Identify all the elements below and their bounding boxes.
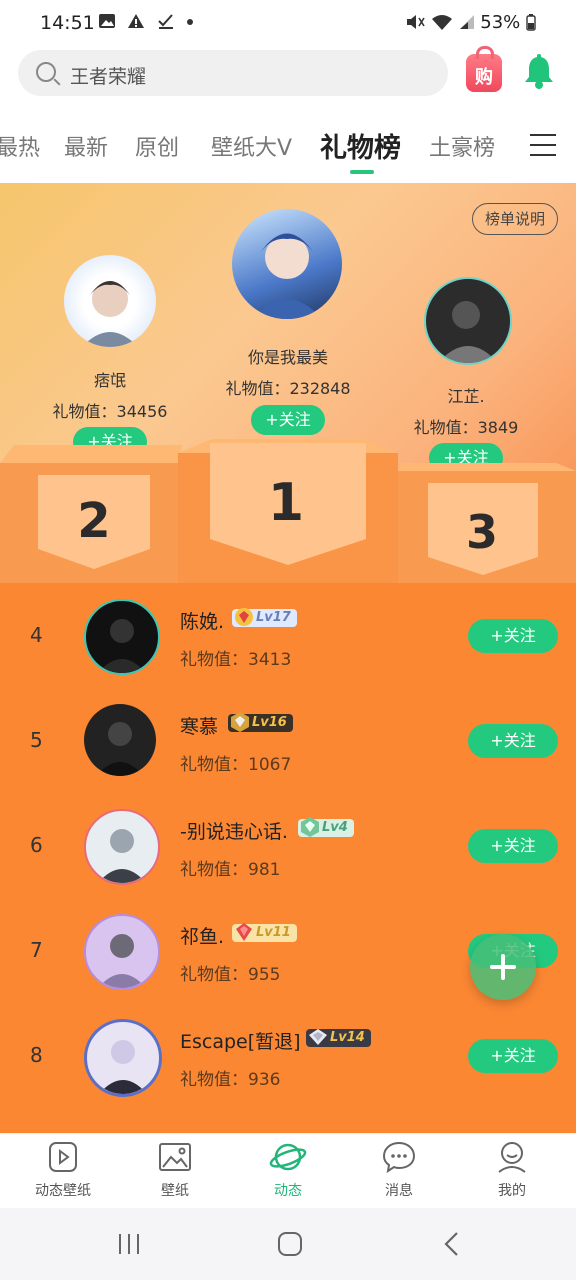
nav-wallpaper[interactable]: 壁纸 xyxy=(125,1140,225,1200)
bell-icon[interactable] xyxy=(522,54,556,90)
tab-rich-ranking[interactable]: 土豪榜 xyxy=(429,130,495,162)
check-icon xyxy=(158,14,173,29)
battery-icon xyxy=(526,14,536,31)
ranking-list: 4 陈娩. Lv17 礼物值：3413 +关注 5 寒慕 Lv16 礼物值：10… xyxy=(0,583,576,1135)
gem-icon xyxy=(236,923,252,941)
tab-new[interactable]: 最新 xyxy=(64,130,108,162)
tab-original[interactable]: 原创 xyxy=(135,130,179,162)
level-badge: Lv4 xyxy=(298,817,354,837)
list-gift-value: 礼物值：981 xyxy=(180,860,281,880)
tab-hot[interactable]: 最热 xyxy=(0,130,40,162)
list-username: 陈娩. xyxy=(180,611,225,633)
level-badge: Lv11 xyxy=(232,923,297,942)
list-item[interactable]: 5 寒慕 Lv16 礼物值：1067 +关注 xyxy=(0,688,576,793)
list-avatar[interactable] xyxy=(84,809,160,885)
signal-icon xyxy=(459,15,474,29)
third-name: 江芷. xyxy=(447,387,485,406)
play-icon xyxy=(49,1142,77,1172)
nav-feed[interactable]: 动态 xyxy=(238,1140,338,1200)
avatar-first[interactable] xyxy=(232,209,342,319)
status-bar: 14:51 53% xyxy=(0,0,576,46)
tab-indicator xyxy=(350,170,374,174)
search-placeholder: 王者荣耀 xyxy=(70,66,147,88)
back-icon[interactable] xyxy=(440,1230,464,1258)
list-gift-value: 礼物值：1067 xyxy=(180,755,292,775)
second-gift-value: 礼物值：34456 xyxy=(52,402,168,421)
warning-icon xyxy=(128,14,145,28)
gem-icon xyxy=(301,817,319,837)
list-gift-value: 礼物值：955 xyxy=(180,965,281,985)
level-badge: Lv17 xyxy=(232,608,297,627)
podium-rank-2: 2 xyxy=(77,493,111,549)
list-avatar[interactable] xyxy=(84,1019,162,1097)
category-tabs: 最热 最新 原创 壁纸大V 礼物榜 土豪榜 xyxy=(0,120,576,180)
first-gift-value: 礼物值：232848 xyxy=(225,379,351,398)
planet-icon xyxy=(269,1143,307,1171)
level-badge: Lv16 xyxy=(228,712,293,732)
status-time: 14:51 xyxy=(40,12,95,34)
list-item[interactable]: 6 -别说违心话. Lv4 礼物值：981 +关注 xyxy=(0,793,576,898)
status-right: 53% xyxy=(405,12,536,33)
list-avatar[interactable] xyxy=(84,914,160,990)
list-gift-value: 礼物值：3413 xyxy=(180,650,292,670)
list-username: 祁鱼. xyxy=(180,926,225,948)
list-follow-button[interactable]: +关注 xyxy=(468,829,558,863)
third-gift-value: 礼物值：3849 xyxy=(413,418,519,437)
home-icon[interactable] xyxy=(276,1230,304,1258)
podium-section: 榜单说明 你是我最美 礼物值：232848 +关注 痞氓 礼物值：34456 +… xyxy=(0,183,576,583)
chat-icon xyxy=(382,1141,416,1174)
list-rank: 6 xyxy=(30,833,43,857)
list-username: Escape[暂退] xyxy=(180,1031,301,1053)
battery-percent: 53% xyxy=(480,12,521,33)
shop-bag-label: 购 xyxy=(475,67,493,88)
list-rank: 5 xyxy=(30,728,43,752)
list-rank: 7 xyxy=(30,938,43,962)
level-badge: Lv14 xyxy=(306,1029,371,1047)
profile-icon xyxy=(498,1142,526,1173)
list-follow-button[interactable]: +关注 xyxy=(468,619,558,653)
list-follow-button[interactable]: +关注 xyxy=(468,1039,558,1073)
list-avatar[interactable] xyxy=(84,704,156,776)
search-bar[interactable]: 王者荣耀 xyxy=(18,50,448,96)
menu-icon[interactable] xyxy=(530,134,556,156)
status-icons xyxy=(98,12,194,32)
add-post-button[interactable] xyxy=(470,934,536,1000)
list-gift-value: 礼物值：936 xyxy=(180,1070,281,1090)
list-username: -别说违心话. xyxy=(180,821,288,843)
gem-icon xyxy=(235,608,253,626)
ranking-rules-button[interactable]: 榜单说明 xyxy=(472,203,558,235)
gem-icon xyxy=(231,712,249,732)
list-rank: 4 xyxy=(30,623,43,647)
mute-icon xyxy=(407,15,425,29)
search-icon xyxy=(36,62,56,82)
image-icon xyxy=(99,14,115,28)
podium-rank-1: 1 xyxy=(267,473,305,533)
second-name: 痞氓 xyxy=(93,371,126,390)
list-rank: 8 xyxy=(30,1043,43,1067)
tab-wallpaper-v[interactable]: 壁纸大V xyxy=(211,130,292,162)
dot-icon xyxy=(187,19,194,25)
nav-profile[interactable]: 我的 xyxy=(462,1140,562,1200)
bottom-nav: 动态壁纸 壁纸 动态 消息 我的 xyxy=(0,1133,576,1209)
list-item[interactable]: 8 Escape[暂退] Lv14 礼物值：936 +关注 xyxy=(0,1003,576,1108)
list-avatar[interactable] xyxy=(84,599,160,675)
first-follow-button[interactable]: +关注 xyxy=(251,405,325,435)
system-nav-bar xyxy=(0,1208,576,1280)
nav-messages[interactable]: 消息 xyxy=(349,1140,449,1200)
list-follow-button[interactable]: +关注 xyxy=(468,724,558,758)
avatar-third[interactable] xyxy=(424,277,512,365)
wifi-icon xyxy=(431,15,452,30)
image-icon xyxy=(159,1143,191,1171)
avatar-second[interactable] xyxy=(64,255,156,347)
podium-rank-3: 3 xyxy=(465,505,498,559)
first-name: 你是我最美 xyxy=(247,348,328,367)
tab-gift-ranking[interactable]: 礼物榜 xyxy=(320,126,401,165)
recents-icon[interactable] xyxy=(116,1232,142,1256)
list-username: 寒慕 xyxy=(180,716,219,738)
list-item[interactable]: 4 陈娩. Lv17 礼物值：3413 +关注 xyxy=(0,583,576,688)
gem-icon xyxy=(309,1029,327,1045)
nav-live-wallpaper[interactable]: 动态壁纸 xyxy=(13,1140,113,1200)
shop-bag-icon[interactable]: 购 xyxy=(466,46,502,92)
